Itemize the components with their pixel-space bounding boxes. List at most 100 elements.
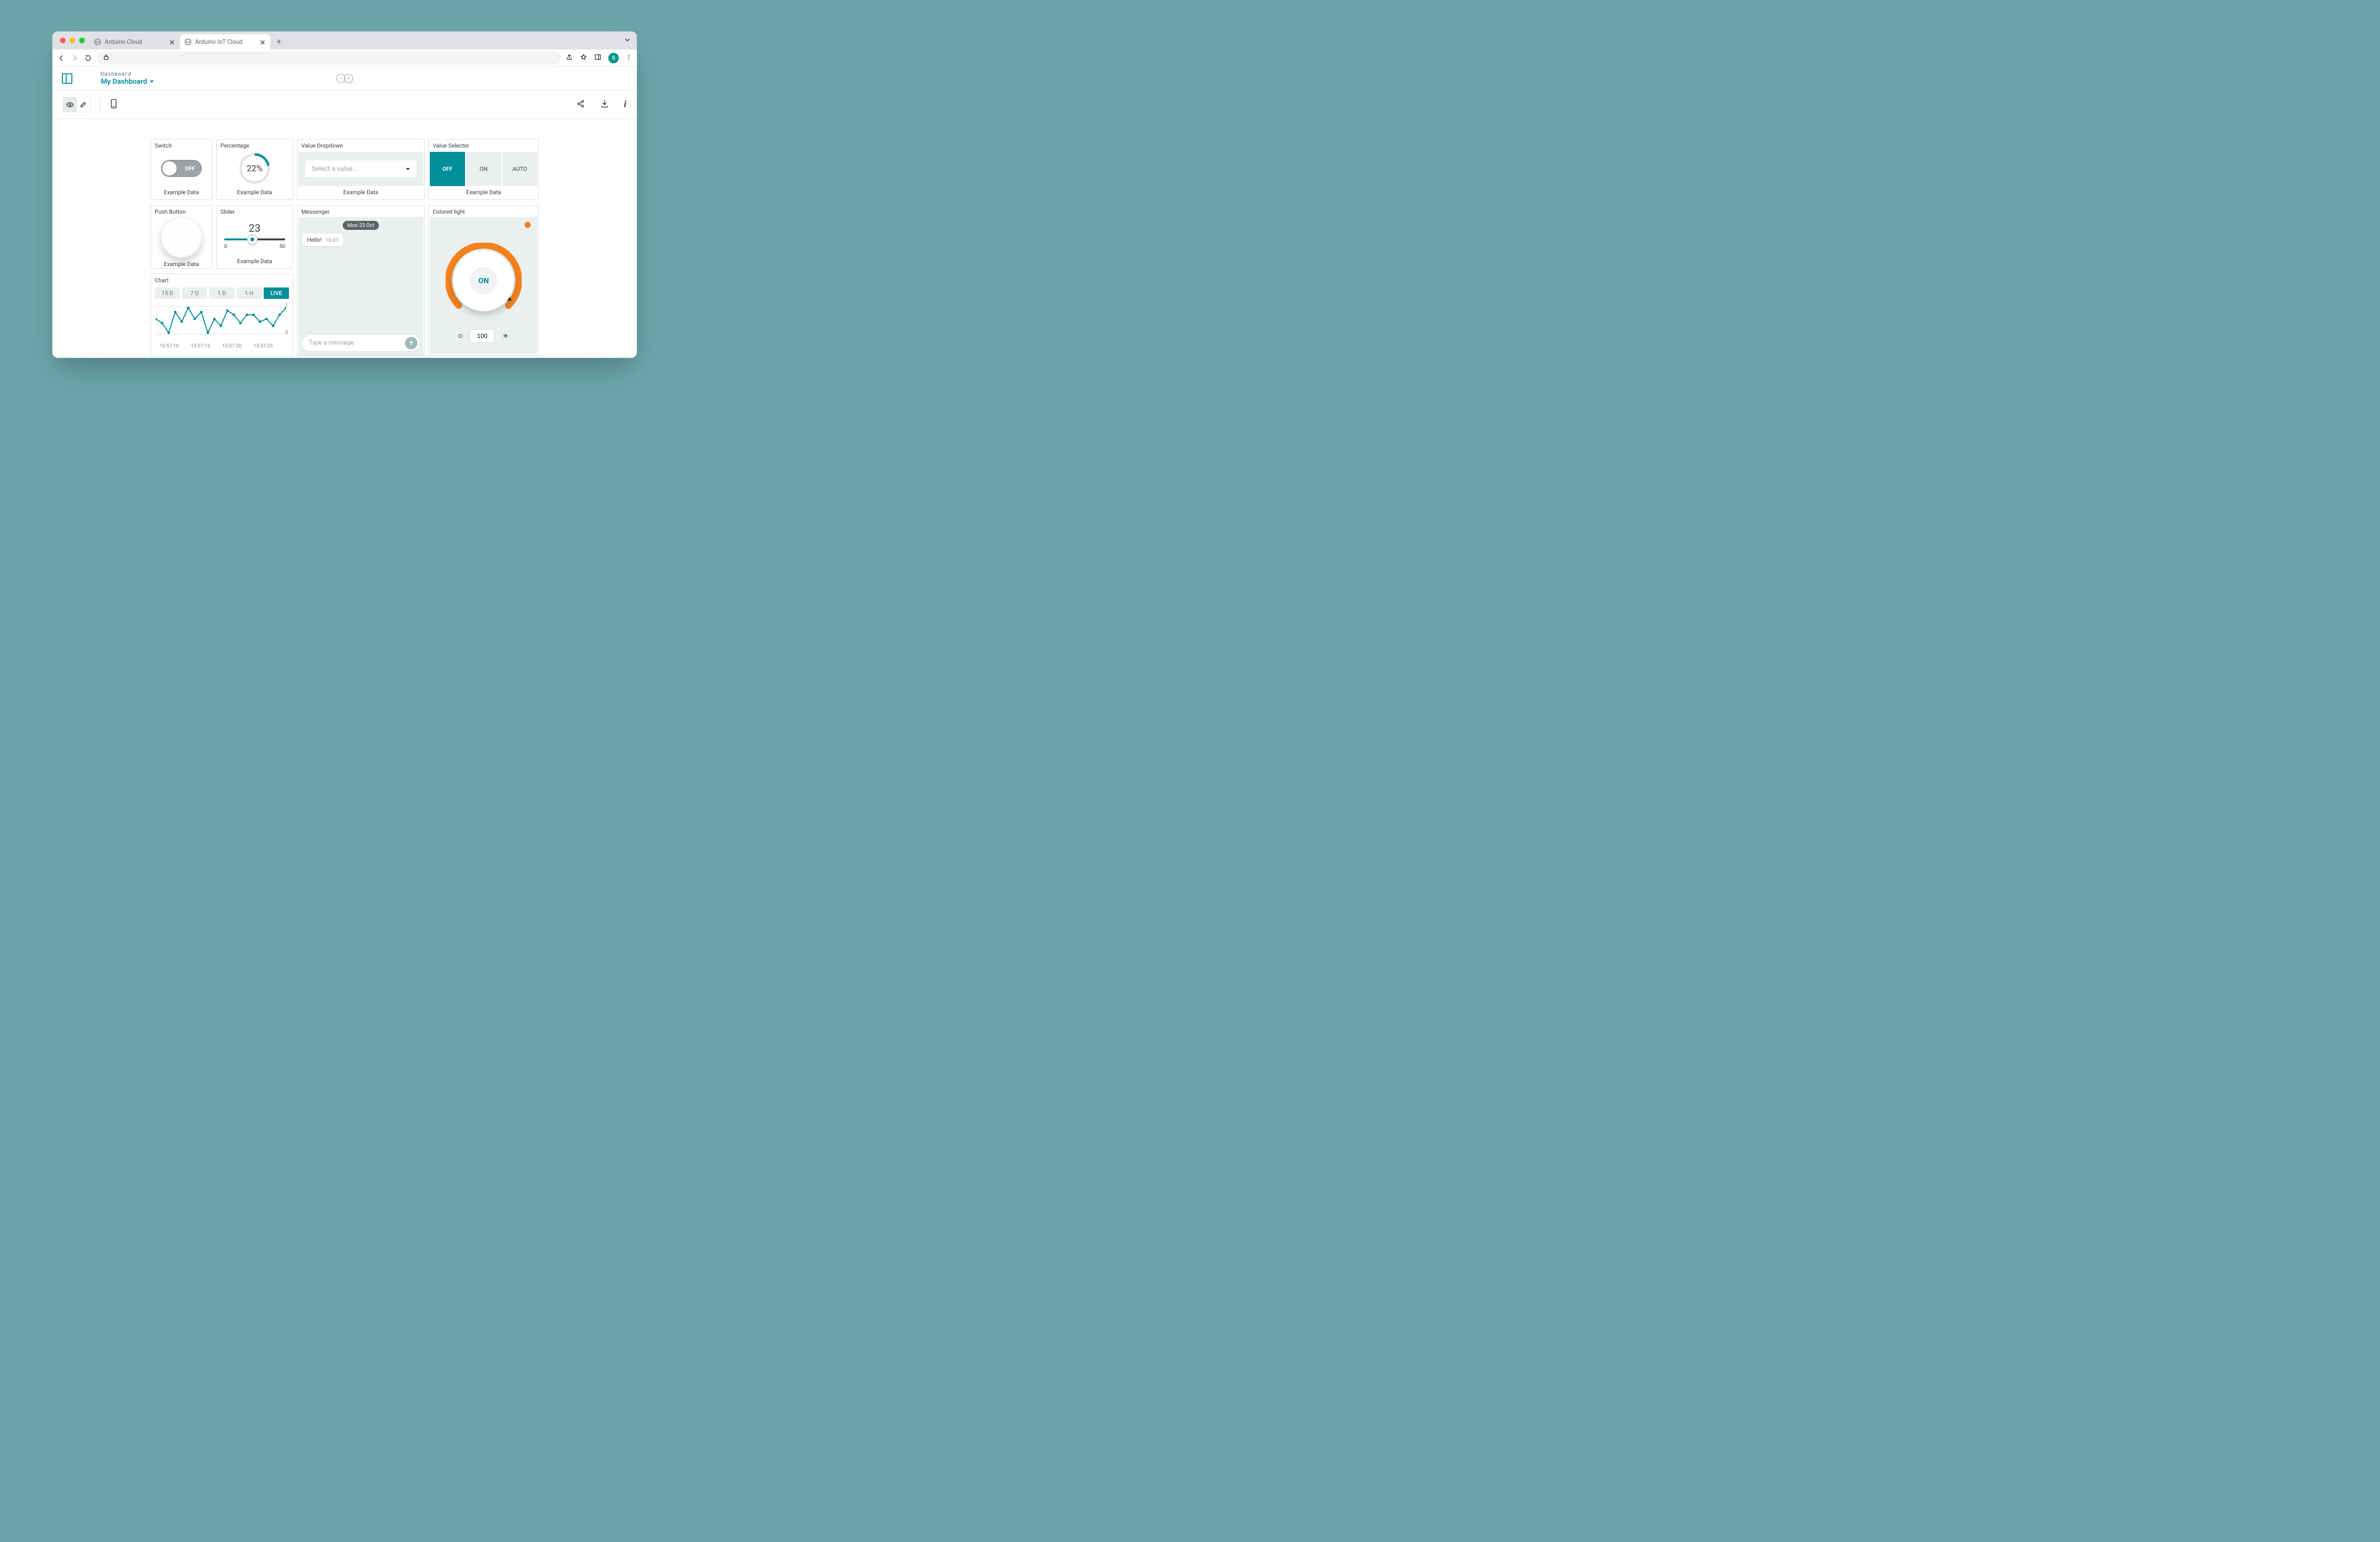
edit-mode-button[interactable]: [77, 98, 90, 112]
push-button[interactable]: [161, 217, 202, 258]
light-toggle-button[interactable]: ON: [453, 250, 514, 311]
slider-handle[interactable]: [247, 234, 258, 245]
widget-title: Colored light: [429, 206, 538, 217]
close-tab-icon[interactable]: [169, 39, 175, 45]
dropdown[interactable]: Select a value...: [305, 160, 416, 178]
browser-toolbar: S: [52, 49, 637, 67]
app-header: Dashboard My Dashboard −+: [52, 67, 637, 90]
dashboard-selector[interactable]: My Dashboard: [101, 77, 154, 86]
forward-button[interactable]: [70, 54, 79, 62]
message-text: Hello!: [307, 237, 322, 243]
close-tab-icon[interactable]: [259, 39, 266, 45]
widget-slider: Slider 23 0 50 Example Data: [216, 205, 293, 269]
widget-title: Value Selector: [429, 139, 538, 151]
widget-footer: Example Data: [151, 186, 212, 199]
chart-plot: 1 0 15:57:10 15:57:15 15:57:20 15:57:25: [151, 301, 293, 356]
new-tab-button[interactable]: +: [272, 35, 286, 49]
widget-messenger: Messenger Mon 23 Oct Hello! 16:00 Type a…: [297, 205, 425, 356]
browser-tabstrip: Arduino Cloud Arduino IoT Cloud +: [52, 31, 637, 49]
selector-option-auto[interactable]: AUTO: [502, 152, 537, 186]
toggle-label: OFF: [185, 165, 195, 172]
maximize-window-icon[interactable]: [79, 38, 85, 43]
share-icon[interactable]: [576, 99, 585, 110]
widget-title: Slider: [217, 206, 293, 217]
dashboard-toolbar: i: [52, 90, 637, 119]
message-placeholder: Type a message: [309, 339, 354, 346]
message-input[interactable]: Type a message: [302, 335, 419, 351]
sidepanel-icon[interactable]: [594, 53, 602, 63]
chart-ytick: 1: [285, 302, 288, 308]
sidebar-toggle-icon[interactable]: [62, 73, 72, 84]
arduino-logo-icon: −+: [336, 74, 353, 83]
widget-value-dropdown: Value Dropdown Select a value... Example…: [297, 139, 425, 200]
browser-tab[interactable]: Arduino Cloud: [89, 34, 180, 49]
back-button[interactable]: [57, 54, 66, 62]
chart-ytick: 0: [285, 329, 288, 336]
slider-track[interactable]: [224, 238, 285, 240]
share-os-icon[interactable]: [565, 53, 573, 63]
address-bar[interactable]: [97, 51, 561, 65]
send-button[interactable]: [405, 337, 417, 349]
close-window-icon[interactable]: [60, 38, 66, 43]
info-icon[interactable]: i: [624, 99, 626, 110]
tab-title: Arduino IoT Cloud: [195, 39, 242, 46]
reload-button[interactable]: [84, 54, 92, 62]
browser-tab-active[interactable]: Arduino IoT Cloud: [180, 34, 270, 49]
bookmark-star-icon[interactable]: [580, 53, 587, 63]
download-icon[interactable]: [600, 99, 609, 110]
chart-xtick: 15:57:15: [191, 343, 210, 349]
widget-footer: Example Data: [217, 186, 293, 199]
tab-title: Arduino Cloud: [105, 39, 142, 46]
light-dial[interactable]: ON ◀: [446, 243, 522, 319]
widget-footer: Example Data: [429, 186, 538, 199]
dashboard-canvas: Switch OFF Example Data Percentage 22%: [52, 119, 637, 358]
lock-icon: [103, 53, 109, 62]
widget-footer: Example Data: [151, 258, 212, 271]
toggle-switch[interactable]: OFF: [161, 160, 202, 177]
slider-value: 23: [249, 223, 261, 235]
message-bubble: Hello! 16:00: [302, 234, 343, 246]
light-state-label: ON: [470, 267, 497, 294]
widget-colored-light: Colored light ON ◀: [428, 205, 539, 356]
chart-range-15d[interactable]: 15 D: [155, 287, 180, 299]
selector-option-off[interactable]: OFF: [430, 152, 465, 186]
widget-footer: Example Data: [298, 186, 424, 199]
dropdown-placeholder: Select a value...: [312, 165, 358, 173]
chevron-down-icon: [406, 168, 410, 170]
widget-title: Push Button: [151, 206, 212, 217]
chart-range-1h[interactable]: 1 H: [237, 287, 262, 299]
message-time: 16:00: [326, 237, 338, 243]
widget-percentage: Percentage 22% Example Data: [216, 139, 293, 200]
chart-xtick: 15:57:10: [159, 343, 179, 349]
selector-option-on[interactable]: ON: [466, 152, 501, 186]
toggle-knob: [162, 161, 177, 176]
brightness-input[interactable]: [470, 329, 495, 343]
tabs-overflow-icon[interactable]: [625, 37, 630, 45]
brightness-high-icon: ☀: [502, 332, 508, 340]
globe-icon: [94, 39, 101, 45]
browser-window: Arduino Cloud Arduino IoT Cloud + S: [52, 31, 637, 358]
profile-avatar[interactable]: S: [608, 53, 619, 63]
window-controls: [57, 31, 89, 49]
widget-title: Percentage: [217, 139, 293, 151]
chart-range-1d[interactable]: 1 D: [209, 287, 234, 299]
browser-menu-icon[interactable]: [625, 53, 632, 62]
slider-max: 50: [279, 243, 285, 249]
chart-range-live[interactable]: LIVE: [264, 287, 289, 299]
breadcrumb: Dashboard: [101, 71, 154, 77]
widget-title: Value Dropdown: [298, 139, 424, 151]
widget-title: Switch: [151, 139, 212, 151]
dashboard-title: My Dashboard: [101, 77, 147, 86]
device-icon[interactable]: [110, 99, 118, 111]
widget-value-selector: Value Selector OFF ON AUTO Example Data: [428, 139, 539, 200]
message-date-pill: Mon 23 Oct: [343, 221, 379, 230]
widget-chart: Chart 15 D 7 D 1 D 1 H LIVE 1 0: [150, 274, 293, 356]
globe-icon: [185, 39, 191, 45]
minimize-window-icon[interactable]: [69, 38, 75, 43]
chevron-down-icon: [150, 80, 154, 83]
chart-range-7d[interactable]: 7 D: [182, 287, 207, 299]
view-edit-toggle: [63, 97, 90, 112]
light-status-dot-icon: [525, 222, 531, 228]
widget-push-button: Push Button Example Data: [150, 205, 212, 269]
view-mode-button[interactable]: [63, 98, 77, 112]
